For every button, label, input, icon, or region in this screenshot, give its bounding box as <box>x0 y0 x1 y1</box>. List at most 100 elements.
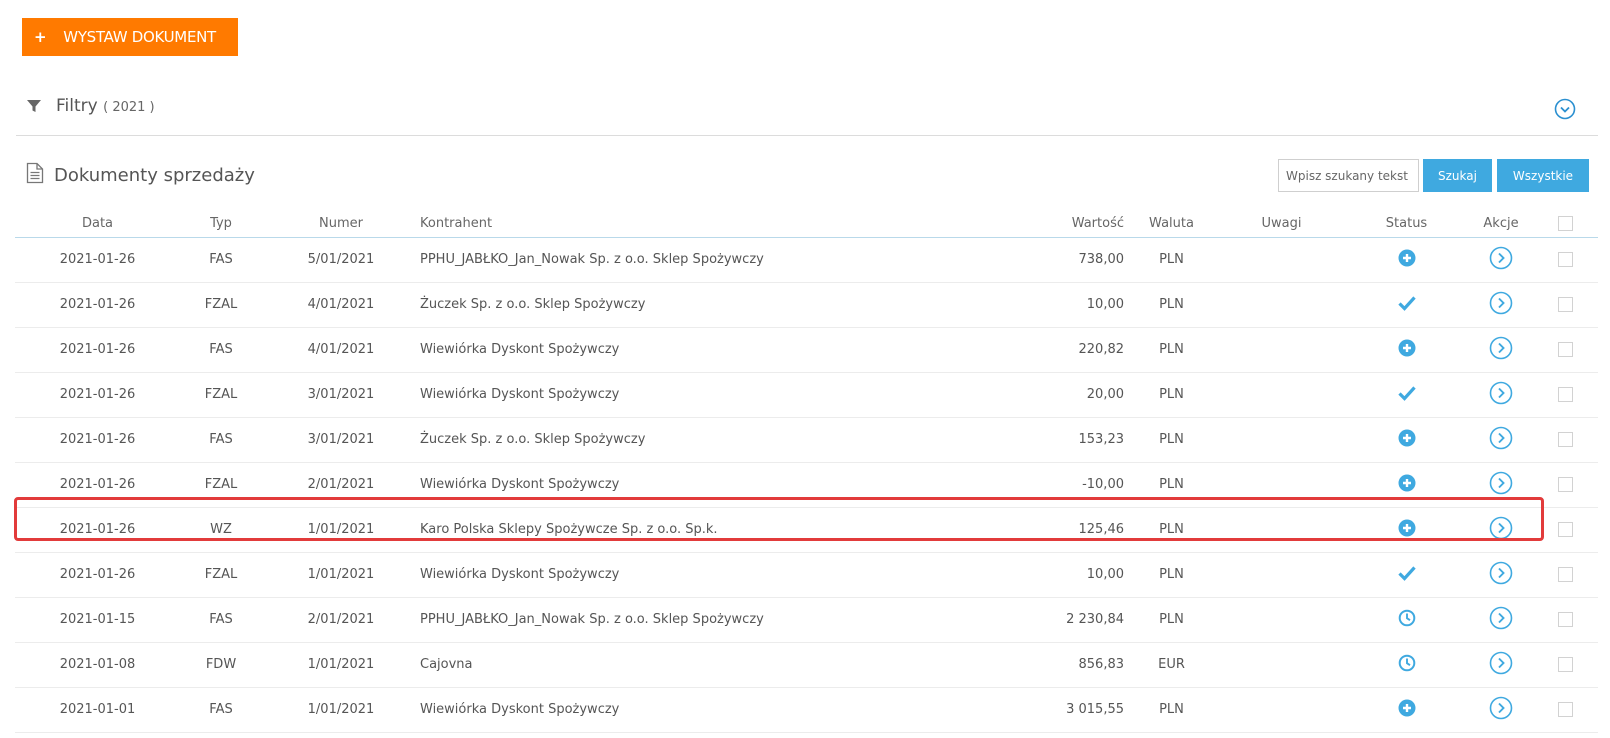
col-header-type[interactable]: Typ <box>180 211 262 238</box>
cell-status <box>1344 462 1469 508</box>
row-checkbox[interactable] <box>1558 252 1573 267</box>
col-header-number[interactable]: Numer <box>262 211 420 238</box>
col-header-value[interactable]: Wartość <box>966 211 1124 238</box>
cell-currency: PLN <box>1124 237 1219 283</box>
cell-notes <box>1219 417 1344 463</box>
cell-status <box>1344 282 1469 328</box>
arrow-right-circle-icon[interactable] <box>1489 471 1513 499</box>
arrow-right-circle-icon[interactable] <box>1489 561 1513 589</box>
cell-actions <box>1469 507 1533 553</box>
show-all-button[interactable]: Wszystkie <box>1497 159 1589 192</box>
sales-documents-table: Data Typ Numer Kontrahent Wartość Waluta… <box>15 211 1598 733</box>
chevron-down-circle-icon[interactable] <box>1554 98 1576 124</box>
row-checkbox[interactable] <box>1558 522 1573 537</box>
table-row[interactable]: 2021-01-26 FZAL 4/01/2021 Żuczek Sp. z o.o.… <box>15 282 1598 328</box>
col-header-actions: Akcje <box>1469 211 1533 238</box>
cell-notes <box>1219 237 1344 283</box>
cell-date: 2021-01-26 <box>15 507 180 553</box>
cell-notes <box>1219 462 1344 508</box>
cell-value: 125,46 <box>966 507 1124 553</box>
arrow-right-circle-icon[interactable] <box>1489 291 1513 319</box>
cell-contractor: Wiewiórka Dyskont Spożywczy <box>420 552 966 598</box>
search-input[interactable] <box>1278 159 1419 192</box>
row-checkbox[interactable] <box>1558 477 1573 492</box>
arrow-right-circle-icon[interactable] <box>1489 381 1513 409</box>
table-row[interactable]: 2021-01-26 FAS 3/01/2021 Żuczek Sp. z o.o. … <box>15 417 1598 463</box>
row-checkbox[interactable] <box>1558 342 1573 357</box>
cell-number: 1/01/2021 <box>262 687 420 733</box>
cell-number: 1/01/2021 <box>262 642 420 688</box>
cell-type: FAS <box>180 327 262 373</box>
cell-type: FDW <box>180 642 262 688</box>
table-row[interactable]: 2021-01-26 FZAL 2/01/2021 Wiewiórka Dyskont… <box>15 462 1598 508</box>
arrow-right-circle-icon[interactable] <box>1489 516 1513 544</box>
cell-date: 2021-01-08 <box>15 642 180 688</box>
table-row[interactable]: 2021-01-26 FAS 5/01/2021 PPHU_JABŁKO_Jan_No… <box>15 237 1598 283</box>
arrow-right-circle-icon[interactable] <box>1489 606 1513 634</box>
table-row[interactable]: 2021-01-15 FAS 2/01/2021 PPHU_JABŁKO_Jan_No… <box>15 597 1598 643</box>
cell-currency: PLN <box>1124 417 1219 463</box>
status-check-icon <box>1397 564 1417 586</box>
status-clock-icon <box>1398 609 1416 631</box>
row-checkbox[interactable] <box>1558 387 1573 402</box>
cell-type: FAS <box>180 687 262 733</box>
row-checkbox[interactable] <box>1558 567 1573 582</box>
cell-actions <box>1469 552 1533 598</box>
arrow-right-circle-icon[interactable] <box>1489 651 1513 679</box>
col-header-date[interactable]: Data <box>15 211 180 238</box>
cell-actions <box>1469 597 1533 643</box>
search-button[interactable]: Szukaj <box>1423 159 1492 192</box>
cell-type: FZAL <box>180 552 262 598</box>
table-row[interactable]: 2021-01-26 FZAL 3/01/2021 Wiewiórka Dyskont… <box>15 372 1598 418</box>
table-row[interactable]: 2021-01-01 FAS 1/01/2021 Wiewiórka Dyskont … <box>15 687 1598 733</box>
issue-document-button[interactable]: + WYSTAW DOKUMENT <box>22 18 238 56</box>
cell-currency: PLN <box>1124 597 1219 643</box>
filters-panel[interactable]: Filtry ( 2021 ) <box>16 86 1598 136</box>
cell-value: 2 230,84 <box>966 597 1124 643</box>
arrow-right-circle-icon[interactable] <box>1489 336 1513 364</box>
row-checkbox[interactable] <box>1558 297 1573 312</box>
cell-date: 2021-01-26 <box>15 372 180 418</box>
cell-contractor: Karo Polska Sklepy Spożywcze Sp. z o.o. … <box>420 507 966 553</box>
cell-actions <box>1469 372 1533 418</box>
cell-notes <box>1219 687 1344 733</box>
row-checkbox[interactable] <box>1558 432 1573 447</box>
cell-status <box>1344 507 1469 553</box>
cell-contractor: PPHU_JABŁKO_Jan_Nowak Sp. z o.o. Sklep S… <box>420 237 966 283</box>
cell-status <box>1344 417 1469 463</box>
cell-select <box>1533 237 1598 283</box>
cell-contractor: Cajovna <box>420 642 966 688</box>
cell-number: 3/01/2021 <box>262 372 420 418</box>
table-row[interactable]: 2021-01-08 FDW 1/01/2021 Cajovna 856,83 EUR <box>15 642 1598 688</box>
cell-date: 2021-01-26 <box>15 462 180 508</box>
arrow-right-circle-icon[interactable] <box>1489 426 1513 454</box>
cell-actions <box>1469 642 1533 688</box>
issue-document-label: WYSTAW DOKUMENT <box>63 28 216 46</box>
cell-date: 2021-01-26 <box>15 237 180 283</box>
cell-status <box>1344 237 1469 283</box>
arrow-right-circle-icon[interactable] <box>1489 246 1513 274</box>
cell-notes <box>1219 507 1344 553</box>
cell-select <box>1533 282 1598 328</box>
table-row[interactable]: 2021-01-26 FZAL 1/01/2021 Wiewiórka Dyskont… <box>15 552 1598 598</box>
section-header: Dokumenty sprzedaży <box>26 162 255 188</box>
cell-select <box>1533 327 1598 373</box>
filters-year: ( 2021 ) <box>103 100 155 115</box>
plus-icon: + <box>34 28 47 46</box>
row-checkbox[interactable] <box>1558 612 1573 627</box>
cell-contractor: Wiewiórka Dyskont Spożywczy <box>420 462 966 508</box>
cell-contractor: Żuczek Sp. z o.o. Sklep Spożywczy <box>420 417 966 463</box>
col-header-contractor[interactable]: Kontrahent <box>420 211 966 238</box>
table-row[interactable]: 2021-01-26 FAS 4/01/2021 Wiewiórka Dyskont … <box>15 327 1598 373</box>
row-checkbox[interactable] <box>1558 657 1573 672</box>
select-all-checkbox[interactable] <box>1558 216 1573 232</box>
cell-contractor: Żuczek Sp. z o.o. Sklep Spożywczy <box>420 282 966 328</box>
arrow-right-circle-icon[interactable] <box>1489 696 1513 724</box>
cell-type: FAS <box>180 237 262 283</box>
row-checkbox[interactable] <box>1558 702 1573 717</box>
table-row[interactable]: 2021-01-26 WZ 1/01/2021 Karo Polska Sklepy … <box>15 507 1598 553</box>
col-header-currency[interactable]: Waluta <box>1124 211 1219 238</box>
status-plus-icon <box>1398 429 1416 451</box>
status-plus-icon <box>1398 474 1416 496</box>
cell-actions <box>1469 687 1533 733</box>
